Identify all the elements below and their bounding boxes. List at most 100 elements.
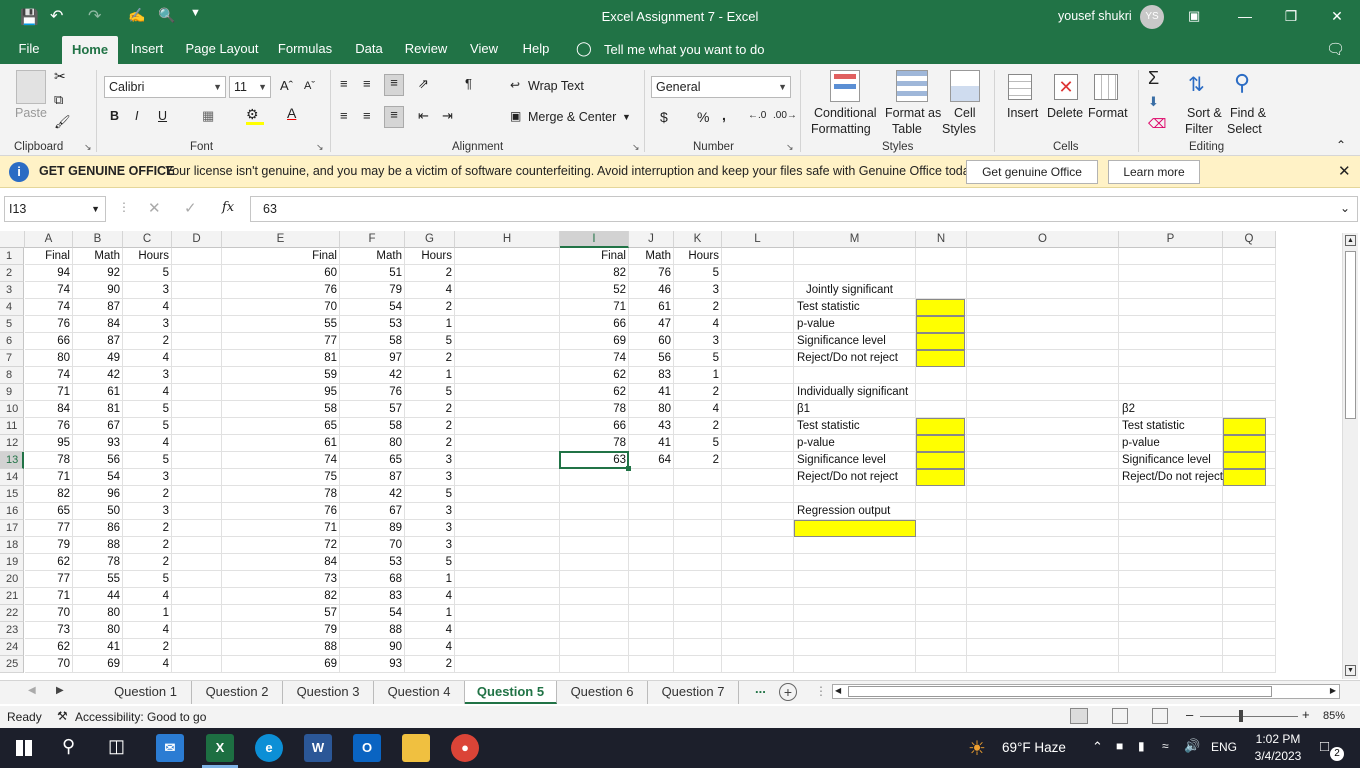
format-painter-icon[interactable]: 🖌 <box>54 114 71 130</box>
data-cell[interactable]: 79 <box>222 622 340 639</box>
tab-page-layout[interactable]: Page Layout <box>183 34 261 64</box>
data-cell[interactable]: 4 <box>123 588 172 605</box>
answer-cell[interactable] <box>916 452 965 469</box>
answer-cell[interactable] <box>916 316 965 333</box>
data-cell[interactable]: 76 <box>629 265 674 282</box>
data-cell[interactable]: 58 <box>222 401 340 418</box>
decrease-decimal-icon[interactable]: .00→ <box>773 110 797 121</box>
data-cell[interactable]: 52 <box>560 282 629 299</box>
data-cell[interactable]: 53 <box>340 554 405 571</box>
data-cell[interactable]: 97 <box>340 350 405 367</box>
data-cell[interactable]: 62 <box>560 384 629 401</box>
data-cell[interactable]: 70 <box>222 299 340 316</box>
data-cell[interactable]: 87 <box>340 469 405 486</box>
tab-file[interactable]: File <box>10 34 48 64</box>
data-cell[interactable]: 71 <box>25 588 73 605</box>
data-cell[interactable]: 67 <box>340 503 405 520</box>
data-cell[interactable]: 54 <box>340 299 405 316</box>
data-cell[interactable]: 3 <box>123 469 172 486</box>
data-cell[interactable]: 89 <box>340 520 405 537</box>
comma-button[interactable]: , <box>722 107 726 123</box>
data-cell[interactable]: 71 <box>25 384 73 401</box>
data-cell[interactable]: 1 <box>405 316 455 333</box>
answer-cell[interactable] <box>916 333 965 350</box>
row-header[interactable]: 3 <box>0 282 24 299</box>
column-label[interactable]: Final <box>560 248 629 265</box>
restore-icon[interactable]: ❐ <box>1268 0 1314 32</box>
tab-view[interactable]: View <box>466 34 502 64</box>
data-cell[interactable]: 2 <box>405 435 455 452</box>
clock-date[interactable]: 3/4/2023 <box>1248 749 1308 763</box>
cancel-icon[interactable]: ✕ <box>148 199 161 217</box>
regression-output-cell[interactable] <box>794 520 916 537</box>
sheet-tab-question-2[interactable]: Question 2 <box>192 681 283 704</box>
clipboard-launcher-icon[interactable]: ↘ <box>84 142 92 153</box>
row-header[interactable]: 17 <box>0 520 24 537</box>
data-cell[interactable]: 75 <box>222 469 340 486</box>
file-explorer-icon[interactable] <box>402 734 430 762</box>
sheet-tab-question-6[interactable]: Question 6 <box>557 681 648 704</box>
row-header[interactable]: 15 <box>0 486 24 503</box>
data-cell[interactable]: 57 <box>340 401 405 418</box>
data-cell[interactable]: 92 <box>73 265 123 282</box>
column-label[interactable]: Final <box>222 248 340 265</box>
data-cell[interactable]: 80 <box>73 622 123 639</box>
row-header[interactable]: 11 <box>0 418 24 435</box>
paste-button[interactable]: Paste <box>15 106 47 120</box>
language-indicator[interactable]: ENG <box>1211 740 1237 754</box>
delete-button[interactable]: Delete <box>1047 106 1083 120</box>
bottom-align-icon[interactable]: ≡ <box>384 74 404 96</box>
clock-time[interactable]: 1:02 PM <box>1252 732 1304 746</box>
insert-button[interactable]: Insert <box>1007 106 1038 120</box>
wrap-text-button[interactable]: Wrap Text <box>528 79 584 93</box>
column-label[interactable]: Math <box>629 248 674 265</box>
data-cell[interactable]: 78 <box>25 452 73 469</box>
bold-button[interactable]: B <box>110 109 119 123</box>
column-header[interactable]: O <box>967 231 1119 248</box>
data-cell[interactable]: 2 <box>405 418 455 435</box>
data-cell[interactable]: 88 <box>222 639 340 656</box>
data-cell[interactable]: 56 <box>629 350 674 367</box>
data-cell[interactable]: 5 <box>674 265 722 282</box>
column-header[interactable]: E <box>222 231 340 248</box>
data-cell[interactable]: 82 <box>222 588 340 605</box>
scroll-left-icon[interactable]: ◀ <box>835 686 841 695</box>
data-cell[interactable]: 57 <box>222 605 340 622</box>
edge-icon[interactable]: e <box>255 734 283 762</box>
comments-icon[interactable]: 🗨 <box>1326 40 1345 58</box>
data-cell[interactable]: 1 <box>674 367 722 384</box>
data-cell[interactable]: 66 <box>560 418 629 435</box>
data-cell[interactable]: 65 <box>222 418 340 435</box>
data-cell[interactable]: 95 <box>25 435 73 452</box>
data-cell[interactable]: 2 <box>123 537 172 554</box>
data-cell[interactable]: 2 <box>405 299 455 316</box>
data-cell[interactable]: 5 <box>123 265 172 282</box>
merge-center-button[interactable]: Merge & Center <box>528 110 616 124</box>
volume-icon[interactable]: 🔊 <box>1184 738 1200 754</box>
row-header[interactable]: 18 <box>0 537 24 554</box>
wrap-text-icon[interactable]: ↩ <box>510 78 520 92</box>
data-cell[interactable]: 90 <box>340 639 405 656</box>
data-cell[interactable]: 72 <box>222 537 340 554</box>
prev-sheet-icon[interactable]: ◀ <box>28 685 36 696</box>
worksheet-grid[interactable]: A B C D E F G H I J K L M N O P Q 1 2 3 4 5 6 7 8 9 10 11 12 13 14 15 16… <box>0 231 1342 677</box>
row-header[interactable]: 21 <box>0 588 24 605</box>
data-cell[interactable]: 5 <box>405 554 455 571</box>
data-cell[interactable]: 68 <box>340 571 405 588</box>
sheet-tab-question-4[interactable]: Question 4 <box>374 681 465 704</box>
data-cell[interactable]: 55 <box>222 316 340 333</box>
tab-formulas[interactable]: Formulas <box>274 34 336 64</box>
label-cell[interactable]: β1 <box>794 401 916 418</box>
data-cell[interactable]: 90 <box>73 282 123 299</box>
row-header[interactable]: 8 <box>0 367 24 384</box>
label-cell[interactable]: β2 <box>1119 401 1223 418</box>
format-as-table-label-1[interactable]: Format as <box>885 106 941 120</box>
data-cell[interactable]: 73 <box>222 571 340 588</box>
data-cell[interactable]: 2 <box>123 639 172 656</box>
row-header[interactable]: 22 <box>0 605 24 622</box>
number-launcher-icon[interactable]: ↘ <box>786 142 794 153</box>
label-cell[interactable]: Significance level <box>1119 452 1223 469</box>
scroll-down-icon[interactable]: ▼ <box>1345 665 1356 676</box>
answer-cell[interactable] <box>916 299 965 316</box>
data-cell[interactable]: 2 <box>674 452 722 469</box>
